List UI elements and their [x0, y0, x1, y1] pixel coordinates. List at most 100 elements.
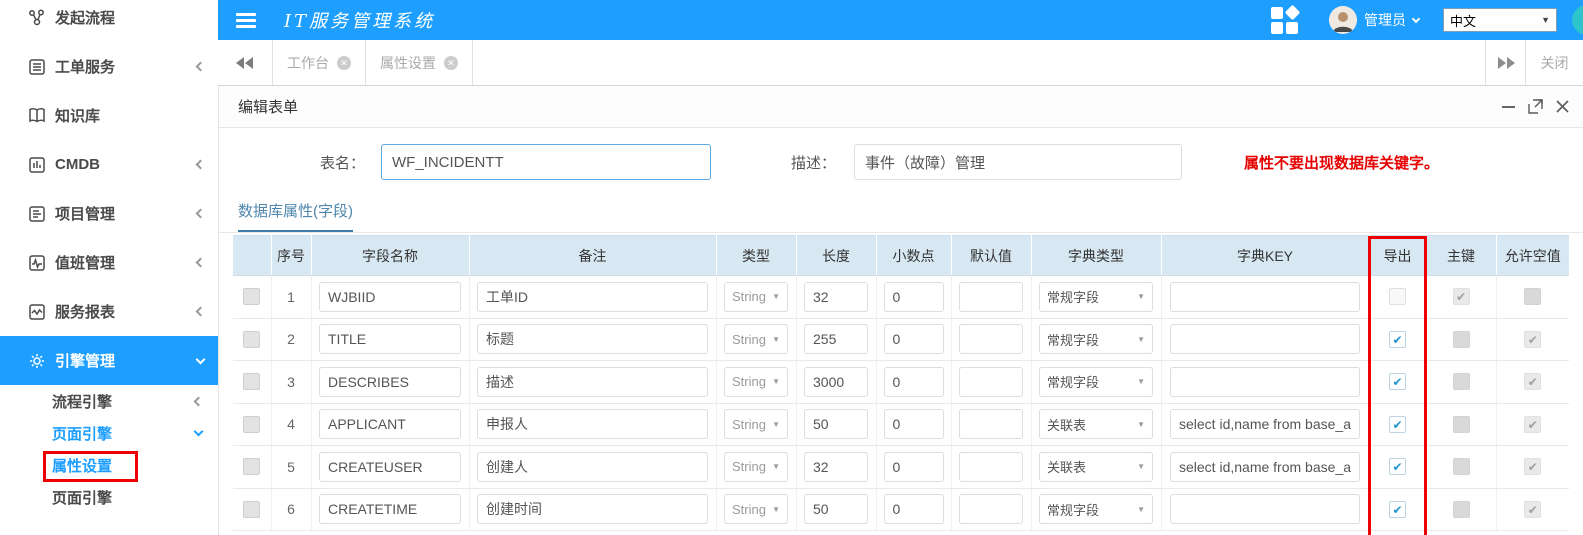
tab-close-icon[interactable]: [444, 56, 458, 70]
scroll-tabs-right-button[interactable]: [1485, 40, 1525, 85]
sidebar-item-knowledge-base[interactable]: 知识库: [0, 91, 218, 140]
sidebar-item-service-report[interactable]: 服务报表: [0, 287, 218, 336]
default-input[interactable]: [959, 282, 1023, 312]
remark-input[interactable]: [477, 324, 708, 354]
decimal-input[interactable]: [884, 367, 944, 397]
remark-input[interactable]: [477, 282, 708, 312]
dict-type-select[interactable]: 常规字段▼: [1039, 282, 1153, 312]
tab-close-icon[interactable]: [337, 56, 351, 70]
scroll-tabs-left-button[interactable]: [218, 40, 273, 85]
minimize-icon[interactable]: [1502, 106, 1515, 108]
dict-key-input[interactable]: [1170, 324, 1360, 354]
table-name-input[interactable]: [381, 144, 711, 180]
row-select-checkbox[interactable]: [243, 373, 260, 390]
apps-grid-icon[interactable]: [1271, 6, 1299, 34]
type-select[interactable]: String▼: [724, 409, 788, 439]
decimal-input[interactable]: [884, 409, 944, 439]
default-input[interactable]: [959, 494, 1023, 524]
sidebar-item-duty-mgmt[interactable]: 值班管理: [0, 238, 218, 287]
remark-input[interactable]: [477, 409, 708, 439]
export-checkbox[interactable]: ✔: [1389, 373, 1406, 390]
sidebar-item-cmdb[interactable]: CMDB: [0, 140, 218, 189]
default-input[interactable]: [959, 409, 1023, 439]
dict-key-input[interactable]: [1170, 282, 1360, 312]
sidebar-subitem-page-engine-2[interactable]: 页面引擎: [0, 481, 218, 513]
length-input[interactable]: [804, 324, 868, 354]
decimal-input[interactable]: [884, 324, 944, 354]
remark-input[interactable]: [477, 367, 708, 397]
default-input[interactable]: [959, 367, 1023, 397]
default-input[interactable]: [959, 324, 1023, 354]
sidebar-item-project-mgmt[interactable]: 项目管理: [0, 189, 218, 238]
hamburger-menu-icon[interactable]: [236, 13, 256, 28]
row-select-checkbox[interactable]: [243, 458, 260, 475]
user-menu[interactable]: 管理员: [1364, 10, 1419, 30]
sidebar-subitem-page-engine[interactable]: 页面引擎: [0, 417, 218, 449]
sidebar-item-engine-mgmt[interactable]: 引擎管理: [0, 336, 218, 385]
field-name-input[interactable]: [319, 452, 461, 482]
attributes-table: 序号 字段名称 备注 类型 长度 小数点 默认值 字典类型 字典KEY 导出 主…: [233, 235, 1569, 531]
language-select[interactable]: 中文 ▼: [1443, 8, 1557, 32]
dict-key-input[interactable]: [1170, 409, 1360, 439]
dict-key-input[interactable]: [1170, 494, 1360, 524]
remark-input[interactable]: [477, 494, 708, 524]
dict-key-input[interactable]: [1170, 367, 1360, 397]
type-select[interactable]: String▼: [724, 282, 788, 312]
default-input[interactable]: [959, 452, 1023, 482]
length-input[interactable]: [804, 367, 868, 397]
row-select-checkbox[interactable]: [243, 501, 260, 518]
description-input[interactable]: [854, 144, 1182, 180]
row-select-checkbox[interactable]: [243, 331, 260, 348]
caret-down-icon: ▼: [1137, 335, 1145, 344]
export-checkbox[interactable]: ✔: [1389, 501, 1406, 518]
export-checkbox[interactable]: ✔: [1389, 458, 1406, 475]
dict-type-select[interactable]: 常规字段▼: [1039, 494, 1153, 524]
row-number: 5: [271, 446, 311, 489]
length-input[interactable]: [804, 409, 868, 439]
sidebar-subitem-process-engine[interactable]: 流程引擎: [0, 385, 218, 417]
field-name-input[interactable]: [319, 367, 461, 397]
dict-type-select[interactable]: 常规字段▼: [1039, 324, 1153, 354]
length-input[interactable]: [804, 452, 868, 482]
dict-type-select[interactable]: 关联表▼: [1039, 452, 1153, 482]
user-avatar[interactable]: [1329, 6, 1357, 34]
tab-label: 属性设置: [380, 53, 436, 73]
field-name-input[interactable]: [319, 324, 461, 354]
decimal-input[interactable]: [884, 452, 944, 482]
nullable-checkbox: ✔: [1524, 373, 1541, 390]
sidebar-item-label: 知识库: [55, 105, 204, 126]
maximize-icon[interactable]: [1528, 99, 1543, 114]
dict-key-input[interactable]: [1170, 452, 1360, 482]
field-name-input[interactable]: [319, 409, 461, 439]
sidebar-item-work-order[interactable]: 工单服务: [0, 42, 218, 91]
type-select[interactable]: String▼: [724, 494, 788, 524]
dict-type-select[interactable]: 常规字段▼: [1039, 367, 1153, 397]
sidebar-subitem-attribute-settings[interactable]: 属性设置: [0, 449, 218, 481]
close-all-tabs-button[interactable]: 关闭: [1525, 40, 1583, 85]
type-select[interactable]: String▼: [724, 324, 788, 354]
export-checkbox[interactable]: ✔: [1389, 416, 1406, 433]
field-name-input[interactable]: [319, 282, 461, 312]
length-input[interactable]: [804, 282, 868, 312]
sidebar-subitem-label: 属性设置: [52, 455, 202, 476]
remark-input[interactable]: [477, 452, 708, 482]
decimal-input[interactable]: [884, 282, 944, 312]
row-select-checkbox[interactable]: [243, 416, 260, 433]
project-icon: [28, 205, 46, 223]
close-icon[interactable]: [1556, 100, 1569, 113]
export-checkbox[interactable]: [1389, 288, 1406, 305]
dict-type-select[interactable]: 关联表▼: [1039, 409, 1153, 439]
tab-attribute-settings[interactable]: 属性设置: [366, 40, 473, 85]
sidebar-item-start-process[interactable]: 发起流程: [0, 0, 218, 42]
type-select[interactable]: String▼: [724, 452, 788, 482]
decimal-input[interactable]: [884, 494, 944, 524]
type-select[interactable]: String▼: [724, 367, 788, 397]
tab-database-attributes[interactable]: 数据库属性(字段): [238, 200, 353, 232]
col-primary-key: 主键: [1426, 236, 1496, 276]
tab-workbench[interactable]: 工作台: [273, 40, 366, 85]
field-name-input[interactable]: [319, 494, 461, 524]
row-select-checkbox[interactable]: [243, 288, 260, 305]
length-input[interactable]: [804, 494, 868, 524]
pulse-icon: [28, 254, 46, 272]
export-checkbox[interactable]: ✔: [1389, 331, 1406, 348]
